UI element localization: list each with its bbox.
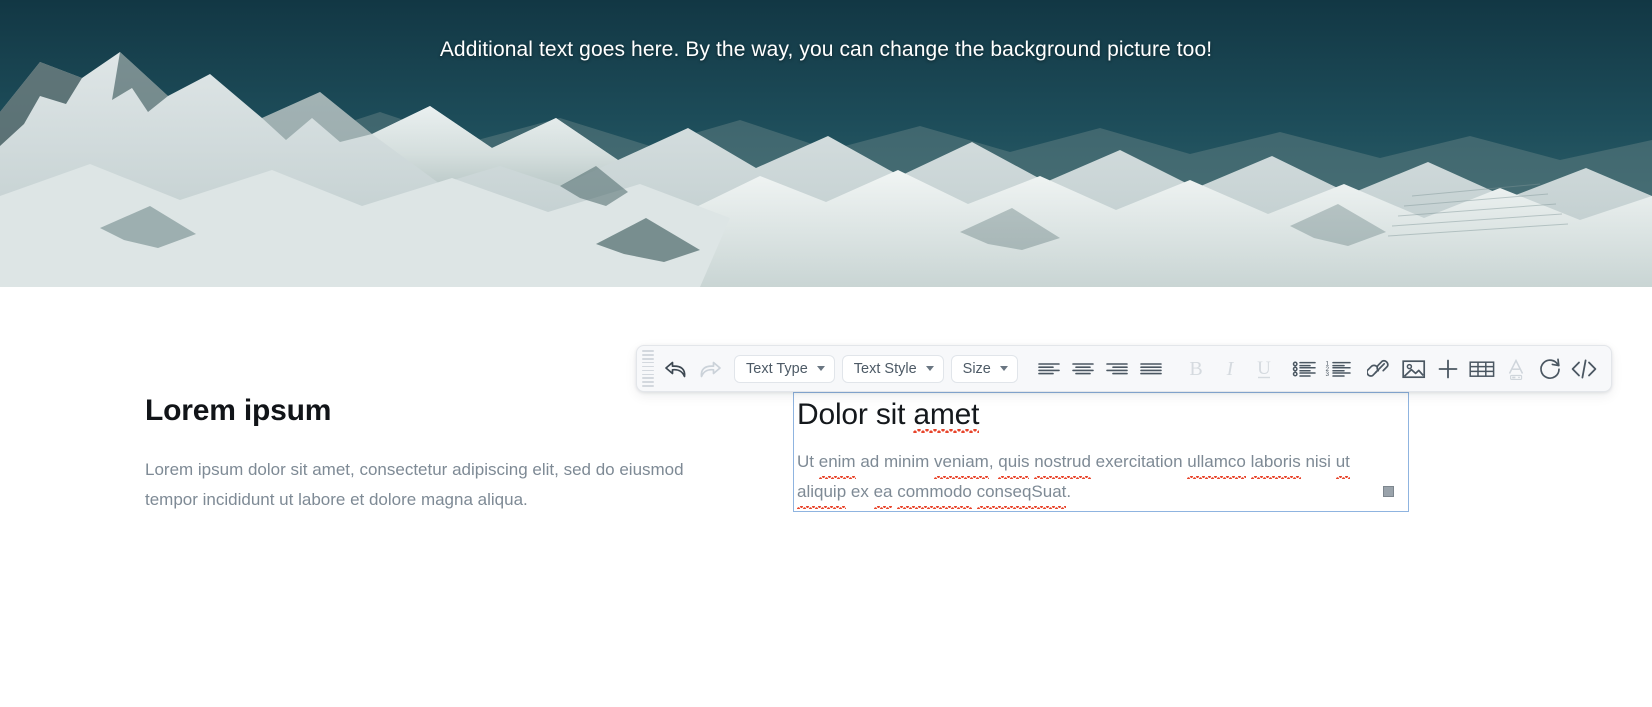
link-button[interactable] xyxy=(1363,351,1397,387)
align-left-button[interactable] xyxy=(1032,351,1066,387)
add-button[interactable] xyxy=(1431,351,1465,387)
numbered-list-icon: 123 xyxy=(1325,360,1351,378)
refresh-button[interactable] xyxy=(1533,351,1567,387)
text-style-select[interactable]: Text Style xyxy=(841,354,944,383)
align-justify-button[interactable] xyxy=(1134,351,1168,387)
undo-button[interactable] xyxy=(659,351,693,387)
italic-button[interactable]: I xyxy=(1213,351,1247,387)
italic-icon: I xyxy=(1226,358,1235,380)
chevron-down-icon xyxy=(925,366,934,371)
editor-heading-text: Dolor sit xyxy=(797,398,914,431)
align-left-icon xyxy=(1038,362,1060,374)
paragraph-text: Ut xyxy=(797,452,819,471)
plus-icon xyxy=(1438,359,1458,378)
left-paragraph: Lorem ipsum dolor sit amet, consectetur … xyxy=(145,460,684,509)
bullet-list-button[interactable] xyxy=(1288,351,1322,387)
misspelled-word: aliquip xyxy=(797,477,847,509)
misspelled-word: conseqSuat xyxy=(976,477,1066,509)
text-type-label: Text Type xyxy=(746,360,808,377)
misspelled-word: ut xyxy=(1335,447,1351,479)
selected-text-block-editor[interactable]: Dolor sit amet Ut enim ad minim veniam, … xyxy=(793,392,1409,512)
chevron-down-icon xyxy=(816,366,825,371)
misspelled-word: laboris xyxy=(1250,447,1301,479)
hero-banner[interactable]: Additional text goes here. By the way, y… xyxy=(0,0,1652,287)
redo-arrow-icon xyxy=(700,361,721,377)
misspelled-word: commodo xyxy=(897,477,972,509)
code-view-button[interactable] xyxy=(1567,351,1601,387)
resize-handle[interactable] xyxy=(1383,486,1394,497)
toolbar-drag-handle[interactable] xyxy=(637,345,659,392)
undo-arrow-icon xyxy=(665,361,686,377)
bold-icon: B xyxy=(1189,358,1202,380)
chevron-down-icon xyxy=(999,366,1008,371)
underline-icon: U xyxy=(1257,358,1271,379)
paragraph-text: exercitation xyxy=(1090,452,1188,471)
bold-button[interactable]: B xyxy=(1179,351,1213,387)
font-color-button[interactable] xyxy=(1499,351,1533,387)
align-justify-icon xyxy=(1140,362,1162,374)
hero-text: Additional text goes here. By the way, y… xyxy=(439,38,1213,61)
bullet-list-icon xyxy=(1292,361,1316,377)
paragraph-text: ex xyxy=(846,482,874,501)
svg-text:B: B xyxy=(1189,358,1202,380)
svg-text:U: U xyxy=(1257,358,1271,379)
align-right-button[interactable] xyxy=(1100,351,1134,387)
font-color-a-icon xyxy=(1508,358,1524,380)
align-center-icon xyxy=(1072,362,1094,374)
paragraph-text: nisi xyxy=(1300,452,1336,471)
table-button[interactable] xyxy=(1465,351,1499,387)
misspelled-word: ullamco xyxy=(1187,447,1246,479)
misspelled-word: ea xyxy=(873,477,892,509)
text-style-label: Text Style xyxy=(853,360,917,377)
svg-text:3: 3 xyxy=(1325,371,1329,378)
paragraph-text: ad minim xyxy=(855,452,935,471)
code-brackets-icon xyxy=(1571,359,1597,378)
left-column: Lorem ipsum Lorem ipsum dolor sit amet, … xyxy=(145,393,715,515)
editor-heading[interactable]: Dolor sit amet xyxy=(797,393,979,433)
editor-heading-misspelled-word: amet xyxy=(913,398,980,433)
underline-button[interactable]: U xyxy=(1247,351,1281,387)
table-icon xyxy=(1469,360,1495,377)
misspelled-word: enim xyxy=(818,447,856,479)
left-heading: Lorem ipsum xyxy=(145,394,332,427)
misspelled-word: nostrud xyxy=(1034,447,1091,479)
redo-button[interactable] xyxy=(693,351,727,387)
size-select[interactable]: Size xyxy=(950,354,1018,383)
link-icon xyxy=(1366,359,1389,377)
svg-text:I: I xyxy=(1226,358,1235,380)
misspelled-word: veniam xyxy=(934,447,989,479)
paragraph-text: . xyxy=(1066,482,1072,501)
misspelled-word: quis xyxy=(998,447,1030,479)
refresh-circle-icon xyxy=(1540,358,1560,379)
rich-text-toolbar[interactable]: Text Type Text Style Size B I U 1 2 3 xyxy=(636,345,1612,392)
paragraph-text: , xyxy=(988,452,999,471)
align-right-icon xyxy=(1106,362,1128,374)
numbered-list-button[interactable]: 123 xyxy=(1322,351,1356,387)
image-button[interactable] xyxy=(1397,351,1431,387)
image-icon xyxy=(1402,359,1425,378)
align-center-button[interactable] xyxy=(1066,351,1100,387)
text-type-select[interactable]: Text Type xyxy=(734,354,835,383)
size-label: Size xyxy=(962,360,991,377)
editor-paragraph[interactable]: Ut enim ad minim veniam, quis nostrud ex… xyxy=(797,447,1396,509)
